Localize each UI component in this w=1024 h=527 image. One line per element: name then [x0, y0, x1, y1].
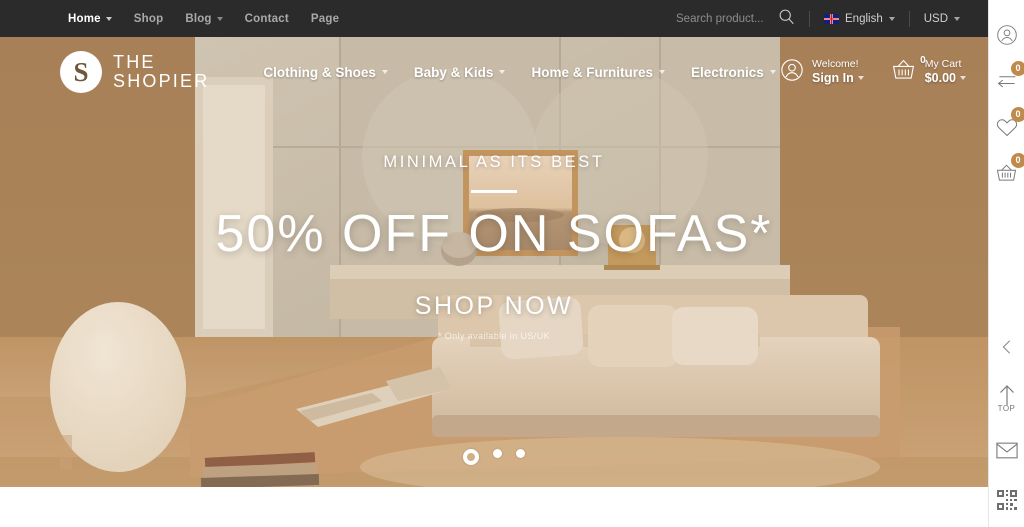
chevron-down-icon [499, 70, 506, 74]
top-nav-item-page[interactable]: Page [311, 13, 339, 25]
main-column: Home Shop Blog Contact Page Search produ… [0, 0, 988, 527]
rail-account-icon[interactable] [994, 22, 1020, 48]
rail-compare-badge: 0 [1010, 61, 1024, 76]
cart-total-row: $0.00 [925, 71, 966, 86]
top-nav-label: Page [310, 12, 340, 25]
rail-top-group: 0 0 0 [994, 0, 1024, 186]
chevron-down-icon [105, 16, 112, 21]
search-input[interactable] [676, 12, 768, 25]
main-nav-label: Clothing & Shoes [263, 64, 376, 80]
chevron-down-icon [769, 70, 776, 74]
top-nav-item-blog[interactable]: Blog [185, 12, 223, 25]
rail-scroll-top-label: TOP [997, 404, 1016, 413]
search-box [676, 8, 809, 30]
top-nav-label: Shop [133, 12, 164, 25]
top-bar-right: English USD [676, 8, 974, 30]
rail-wishlist-icon[interactable]: 0 [994, 107, 1024, 140]
top-utility-bar: Home Shop Blog Contact Page Search produ… [0, 0, 988, 37]
hero-disclaimer: * Only available in US/UK [437, 331, 551, 342]
account-greeting: Welcome! [812, 57, 859, 70]
chevron-down-icon [857, 76, 864, 81]
account-text: Welcome! Sign In [812, 58, 864, 86]
slider-dot-1[interactable] [463, 449, 479, 465]
hero-slider: S THE SHOPIER Clothing & Shoes Baby & Ki… [0, 37, 988, 487]
cart-summary[interactable]: 0 My Cart $0.00 [890, 55, 966, 87]
top-nav-label: Contact [244, 12, 289, 25]
slider-dot-2[interactable] [493, 449, 502, 458]
rail-wishlist-badge: 0 [1010, 107, 1024, 122]
top-nav: Home Shop Blog Contact Page [68, 13, 339, 25]
slider-dot-3[interactable] [516, 449, 525, 458]
page-root: Home Shop Blog Contact Page Search produ… [0, 0, 1024, 527]
logo-wordmark: THE SHOPIER [113, 51, 210, 91]
main-nav-label: Electronics [690, 64, 764, 80]
currency-label: USD [923, 12, 948, 25]
logo-line-1: THE [113, 51, 156, 72]
rail-collapse-icon[interactable] [994, 334, 1020, 360]
top-nav-item-home[interactable]: Home [68, 13, 112, 25]
rail-mail-icon[interactable] [994, 437, 1020, 463]
chevron-down-icon [216, 16, 223, 21]
cart-title: My Cart [924, 57, 962, 70]
cart-count: 0 [920, 54, 926, 66]
logo-line-2: SHOPIER [113, 71, 210, 91]
main-nav-item-home-furnitures[interactable]: Home & Furnitures [531, 65, 665, 80]
chevron-down-icon [381, 70, 388, 74]
user-icon [780, 58, 804, 87]
rail-qr-code-icon[interactable] [994, 487, 1020, 513]
site-logo[interactable]: S THE SHOPIER [60, 51, 209, 93]
main-nav-item-clothing-shoes[interactable]: Clothing & Shoes [263, 65, 388, 80]
main-nav-item-electronics[interactable]: Electronics [691, 65, 776, 80]
rail-cart-icon[interactable]: 0 [994, 153, 1024, 186]
logo-monogram-icon: S [60, 51, 102, 93]
top-nav-label: Blog [185, 12, 212, 25]
account-signin[interactable]: Welcome! Sign In [780, 58, 864, 87]
main-nav-label: Home & Furnitures [531, 64, 653, 80]
rail-cart-badge: 0 [1010, 153, 1024, 168]
top-nav-label: Home [68, 12, 101, 25]
chevron-down-icon [960, 76, 966, 81]
cart-total: $0.00 [924, 70, 956, 85]
search-icon[interactable] [778, 8, 795, 30]
right-sidebar-rail: 0 0 0 TOP [988, 0, 1024, 527]
slider-pagination [0, 449, 988, 465]
top-nav-item-contact[interactable]: Contact [245, 13, 289, 25]
site-header: S THE SHOPIER Clothing & Shoes Baby & Ki… [0, 37, 988, 107]
account-action: Sign In [812, 71, 864, 86]
main-nav: Clothing & Shoes Baby & Kids Home & Furn… [263, 65, 776, 80]
hero-tagline: MINIMAL AS ITS BEST [383, 153, 605, 171]
hero-content: MINIMAL AS ITS BEST 50% OFF ON SOFAS* SH… [0, 153, 988, 341]
chevron-down-icon [888, 16, 895, 21]
header-actions: Welcome! Sign In 0 My Cart $0.00 [780, 55, 966, 87]
chevron-down-icon [658, 70, 665, 74]
uk-flag-icon [824, 13, 839, 24]
language-label: English [845, 12, 883, 25]
rail-bottom-group: TOP [994, 334, 1020, 527]
account-action-label: Sign In [812, 70, 854, 85]
currency-selector[interactable]: USD [910, 13, 974, 25]
chevron-down-icon [954, 16, 960, 21]
main-nav-item-baby-kids[interactable]: Baby & Kids [414, 65, 506, 80]
shop-now-button[interactable]: SHOP NOW [415, 292, 573, 321]
top-nav-item-shop[interactable]: Shop [134, 13, 164, 25]
basket-icon: 0 [890, 55, 926, 87]
page-body-area [0, 487, 988, 527]
rail-compare-icon[interactable]: 0 [994, 61, 1024, 94]
hero-title: 50% OFF ON SOFAS* [215, 205, 773, 263]
language-selector[interactable]: English [810, 13, 909, 25]
main-nav-label: Baby & Kids [413, 64, 494, 80]
hero-divider [471, 190, 517, 193]
rail-scroll-top-button[interactable]: TOP [994, 384, 1020, 413]
cart-text: My Cart $0.00 [925, 58, 966, 86]
